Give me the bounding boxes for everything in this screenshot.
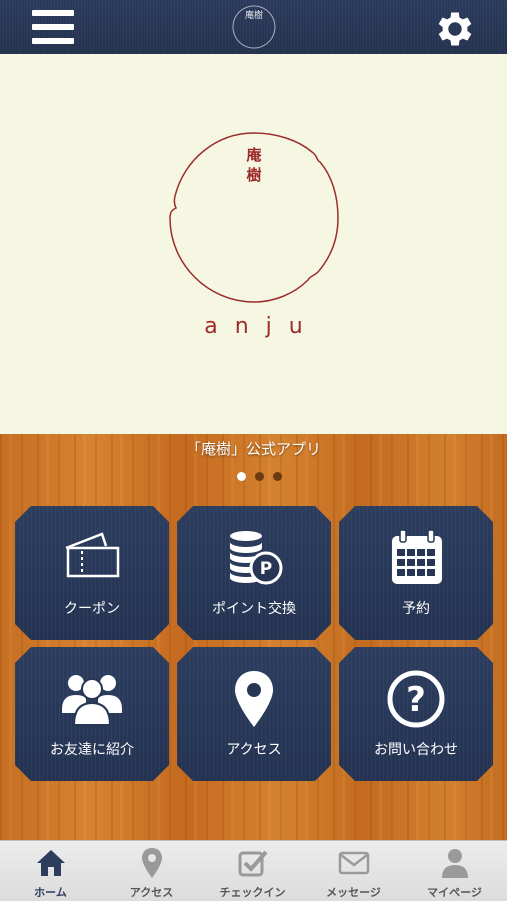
- reservation-button[interactable]: 予約: [339, 506, 493, 640]
- home-icon: [35, 847, 67, 879]
- access-label: アクセス: [226, 742, 282, 758]
- point-exchange-button[interactable]: P ポイント交換: [177, 506, 331, 640]
- carousel-dot-1[interactable]: [237, 472, 246, 481]
- map-pin-icon: [224, 669, 284, 729]
- point-exchange-label: ポイント交換: [212, 601, 296, 617]
- app-title: 「庵樹」公式アプリ: [185, 440, 321, 458]
- hamburger-menu-icon[interactable]: [32, 10, 74, 44]
- menu-area: 「庵樹」公式アプリ クーポン P ポイント交換 予約 お友達に紹介 アクセス ?…: [0, 434, 507, 840]
- svg-text:P: P: [260, 559, 272, 579]
- logo-char-2: 樹: [246, 166, 262, 184]
- tab-message-label: メッセージ: [326, 886, 381, 899]
- point-coins-icon: P: [224, 528, 284, 588]
- logo-char-1: 庵: [246, 146, 262, 164]
- envelope-icon: [338, 847, 370, 879]
- tab-checkin[interactable]: チェックイン: [202, 841, 303, 901]
- coupon-label: クーポン: [64, 601, 120, 617]
- gear-icon[interactable]: [432, 6, 478, 52]
- access-button[interactable]: アクセス: [177, 647, 331, 781]
- hero-logo: 庵 樹: [166, 130, 342, 310]
- tab-message[interactable]: メッセージ: [303, 841, 404, 901]
- tab-mypage[interactable]: マイページ: [404, 841, 505, 901]
- brand-name: anju: [204, 314, 320, 339]
- header-logo[interactable]: 庵樹: [228, 3, 280, 51]
- carousel-dot-2[interactable]: [255, 472, 264, 481]
- friends-group-icon: [62, 669, 122, 729]
- refer-friend-button[interactable]: お友達に紹介: [15, 647, 169, 781]
- carousel-dots[interactable]: [237, 472, 287, 482]
- contact-button[interactable]: ? お問い合わせ: [339, 647, 493, 781]
- tab-access[interactable]: アクセス: [101, 841, 202, 901]
- tab-checkin-label: チェックイン: [219, 886, 286, 899]
- svg-text:?: ?: [406, 680, 426, 720]
- hero-banner: 庵 樹 anju: [0, 54, 507, 434]
- bottom-tab-bar: ホーム アクセス チェックイン メッセージ マイページ: [0, 840, 507, 901]
- question-icon: ?: [386, 669, 446, 729]
- carousel-dot-3[interactable]: [273, 472, 282, 481]
- tab-home[interactable]: ホーム: [0, 841, 101, 901]
- tab-mypage-label: マイページ: [427, 886, 482, 899]
- coupon-button[interactable]: クーポン: [15, 506, 169, 640]
- calendar-icon: [386, 528, 446, 588]
- tab-access-label: アクセス: [129, 886, 174, 899]
- tab-home-label: ホーム: [34, 886, 67, 899]
- map-pin-icon: [136, 847, 168, 879]
- user-icon: [439, 847, 471, 879]
- contact-label: お問い合わせ: [374, 742, 458, 758]
- coupon-ticket-icon: [62, 528, 122, 588]
- app-header: 庵樹: [0, 0, 507, 54]
- checkin-icon: [237, 847, 269, 879]
- header-logo-text: 庵樹: [244, 11, 263, 21]
- refer-friend-label: お友達に紹介: [50, 742, 134, 758]
- reservation-label: 予約: [402, 601, 430, 617]
